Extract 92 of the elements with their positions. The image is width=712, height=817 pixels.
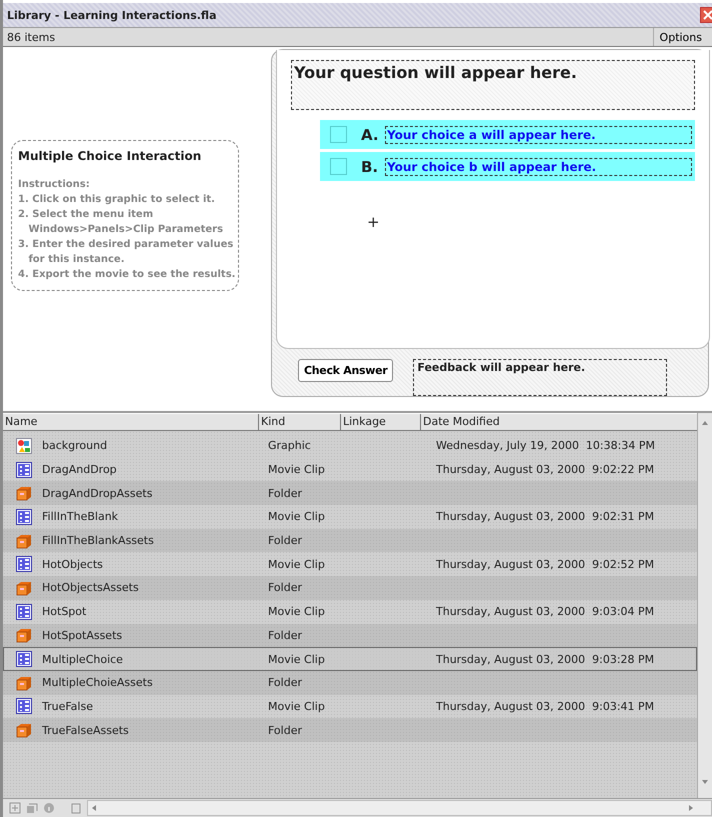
item-kind: Movie Clip [267, 558, 326, 571]
instructions-title: Multiple Choice Interaction [18, 149, 202, 163]
library-item-row[interactable]: FillInTheBlank Movie Clip Thursday, August 03, 2000 9:02:31 PM [3, 505, 697, 529]
scroll-down-icon [701, 778, 709, 786]
options-menu-button[interactable]: Options [652, 28, 712, 46]
item-date: Thursday, August 03, 2000 9:03:04 PM [435, 605, 656, 618]
horizontal-scrollbar[interactable] [87, 800, 712, 816]
instruction-line: for this instance. [27, 253, 126, 267]
new-folder-icon[interactable] [26, 802, 38, 814]
new-symbol-icon[interactable] [9, 802, 21, 814]
item-date: Thursday, August 03, 2000 9:03:41 PM [435, 700, 656, 713]
choice-letter: B. [361, 158, 380, 176]
movie-clip-icon [16, 698, 32, 714]
library-item-row[interactable]: HotObjects Movie Clip Thursday, August 03, 2000 9:02:52 PM [3, 552, 697, 576]
item-kind: Movie Clip [267, 463, 326, 476]
folder-icon [16, 627, 32, 644]
instruction-line: 4. Export the movie to see the results. [18, 268, 234, 282]
library-item-row[interactable]: DragAndDropAssets Folder [3, 481, 697, 506]
item-name: DragAndDropAssets [42, 486, 152, 500]
scroll-right-icon [687, 804, 695, 812]
library-item-row[interactable]: FillInTheBlankAssets Folder [3, 528, 697, 552]
library-item-row[interactable]: DragAndDrop Movie Clip Thursday, August 03, 2000 9:02:22 PM [3, 458, 697, 482]
choice-checkbox[interactable] [330, 158, 347, 175]
item-name: FillInTheBlank [42, 510, 118, 524]
item-kind: Folder [267, 676, 303, 690]
item-kind: Graphic [267, 439, 312, 452]
library-item-row[interactable]: HotObjectsAssets Folder [3, 576, 697, 600]
library-item-row[interactable]: TrueFalse Movie Clip Thursday, August 03, 2000 9:03:41 PM [3, 694, 697, 718]
movie-clip-icon [16, 651, 32, 668]
window-title: Library - Learning Interactions.fla [6, 8, 217, 22]
library-item-row[interactable]: HotSpotAssets Folder [3, 624, 697, 648]
close-icon [703, 10, 712, 20]
item-name: DragAndDrop [42, 463, 117, 476]
info-icon[interactable] [43, 802, 55, 814]
movie-clip-icon [16, 462, 32, 478]
close-button[interactable] [700, 7, 712, 23]
movie-clip-icon [16, 508, 32, 525]
item-date: Thursday, August 03, 2000 9:02:22 PM [435, 463, 656, 476]
folder-icon [16, 532, 32, 549]
item-date: Thursday, August 03, 2000 9:02:31 PM [435, 510, 656, 524]
item-name: TrueFalse [42, 700, 93, 713]
column-header[interactable]: Date Modified [421, 414, 697, 430]
item-date: Thursday, August 03, 2000 9:02:52 PM [435, 558, 656, 571]
item-name: TrueFalseAssets [42, 724, 129, 737]
column-header[interactable]: Kind [259, 414, 341, 430]
item-kind: Movie Clip [267, 700, 326, 713]
graphic-symbol-icon [16, 438, 32, 454]
library-item-row[interactable]: MultipleChoice Movie Clip Thursday, August 03, 2000 9:03:28 PM [3, 647, 697, 671]
item-name: HotObjects [42, 558, 103, 571]
scroll-left-icon [90, 804, 98, 812]
movie-clip-icon [16, 556, 32, 572]
instruction-line: Windows>Panels>Clip Parameters [27, 223, 224, 237]
library-item-row[interactable]: MultipleChoieAssets Folder [3, 670, 697, 695]
instruction-line: 2. Select the menu item [18, 208, 154, 222]
item-name: HotSpot [42, 605, 86, 618]
column-header[interactable]: Name [3, 414, 259, 430]
instruction-line: Instructions: [18, 178, 91, 192]
item-name: MultipleChoieAssets [42, 676, 153, 690]
item-name: HotSpotAssets [42, 628, 122, 642]
item-kind: Folder [267, 486, 303, 500]
item-kind: Folder [267, 628, 303, 642]
item-count: 86 items [6, 30, 56, 44]
item-kind: Movie Clip [267, 510, 326, 524]
item-kind: Folder [267, 581, 303, 594]
item-kind: Movie Clip [267, 652, 326, 666]
item-name: background [42, 439, 108, 452]
item-date: Wednesday, July 19, 2000 10:38:34 PM [435, 439, 656, 452]
library-item-row[interactable]: TrueFalseAssets Folder [3, 718, 697, 742]
vertical-scrollbar[interactable] [697, 413, 712, 798]
registration-mark: + [367, 213, 380, 231]
item-kind: Folder [267, 534, 303, 548]
library-item-row[interactable]: HotSpot Movie Clip Thursday, August 03, 2000 9:03:04 PM [3, 600, 697, 624]
item-kind: Movie Clip [267, 605, 326, 618]
delete-icon[interactable] [70, 802, 82, 814]
folder-icon [16, 722, 32, 738]
item-name: HotObjectsAssets [42, 581, 139, 594]
item-kind: Folder [267, 724, 303, 737]
column-header[interactable]: Linkage [341, 414, 421, 430]
movie-clip-icon [16, 604, 32, 620]
folder-icon [16, 674, 32, 691]
scroll-up-icon [701, 419, 709, 427]
instruction-line: 1. Click on this graphic to select it. [18, 193, 216, 207]
check-answer-button[interactable]: Check Answer [298, 359, 394, 382]
choice-checkbox[interactable] [330, 126, 347, 143]
library-item-row[interactable]: background Graphic Wednesday, July 19, 2000 10:38:34 PM [3, 434, 697, 458]
item-date: Thursday, August 03, 2000 9:03:28 PM [435, 652, 656, 666]
instruction-line: 3. Enter the desired parameter values [18, 238, 234, 252]
item-name: MultipleChoice [42, 652, 123, 666]
folder-icon [16, 580, 32, 596]
folder-icon [16, 485, 32, 502]
choice-letter: A. [361, 126, 380, 144]
item-name: FillInTheBlankAssets [42, 534, 154, 548]
